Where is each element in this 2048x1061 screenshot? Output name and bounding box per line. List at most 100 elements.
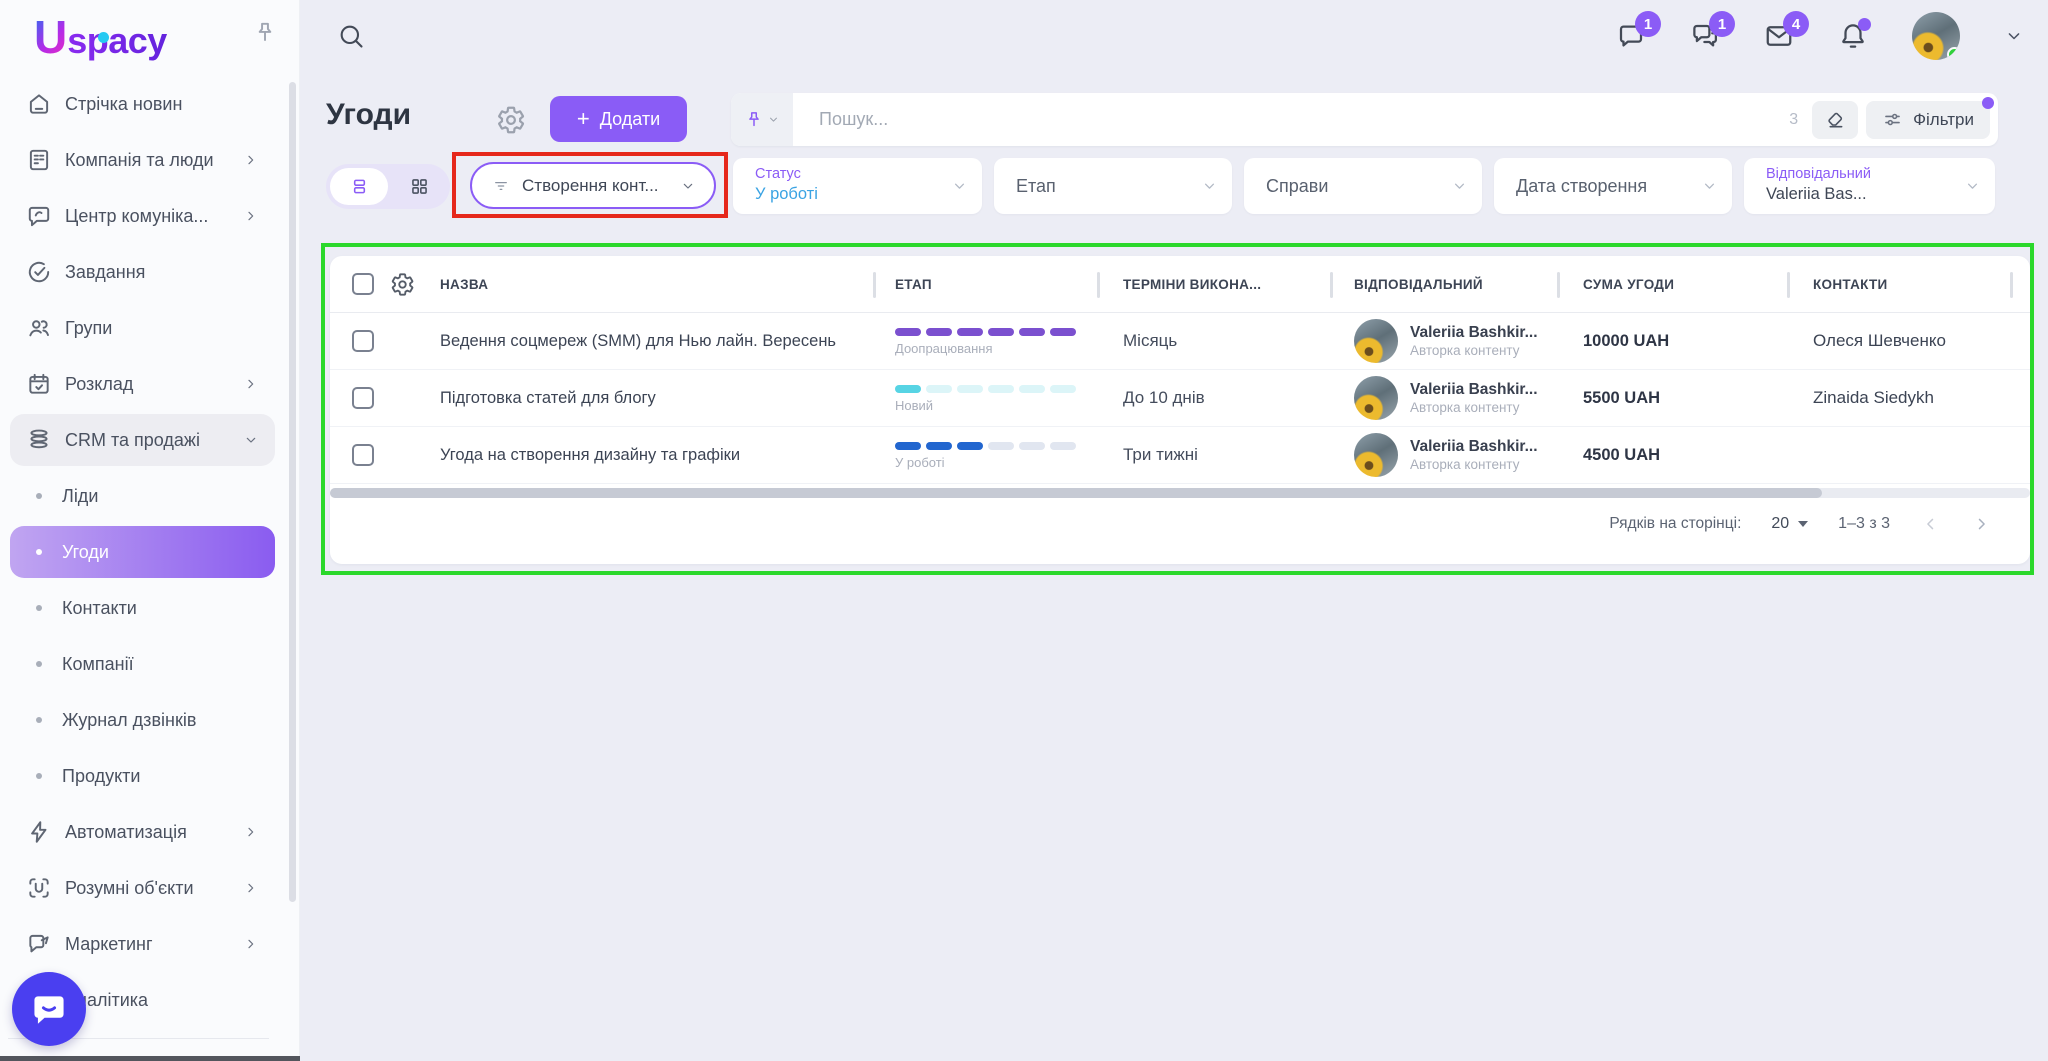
sidebar-item-crm[interactable]: CRM та продажі <box>10 414 275 466</box>
sidebar-item-companies[interactable]: Компанії <box>0 636 299 692</box>
profile-chevron-down-icon[interactable] <box>2004 26 2024 46</box>
column-header-responsible[interactable]: ВІДПОВІДАЛЬНИЙ <box>1330 277 1557 292</box>
responsible-cell[interactable]: Valeriia Bashkir... Авторка контенту <box>1354 319 1557 363</box>
table-row[interactable]: Угода на створення дизайну та графіки У … <box>330 427 2030 484</box>
row-checkbox[interactable] <box>352 330 374 352</box>
sidebar-item-products[interactable]: Продукти <box>0 748 299 804</box>
table-row[interactable]: Ведення соцмереж (SMM) для Нью лайн. Вер… <box>330 313 2030 370</box>
chat-launcher-icon <box>30 990 68 1028</box>
column-divider[interactable] <box>1097 272 1100 298</box>
megaphone-icon <box>26 931 52 957</box>
chat-icon[interactable]: 1 <box>1616 21 1646 51</box>
eraser-icon <box>1825 109 1846 130</box>
sidebar-item-company-people[interactable]: Компанія та люди <box>0 132 299 188</box>
bell-icon[interactable] <box>1838 21 1868 51</box>
search-bar: 3 Фільтри <box>731 93 1998 146</box>
column-divider[interactable] <box>1330 272 1333 298</box>
sidebar-pin-icon[interactable] <box>252 20 278 46</box>
mail-icon[interactable]: 4 <box>1764 21 1794 51</box>
chevron-right-icon <box>243 824 259 840</box>
smart-objects-icon <box>26 875 52 901</box>
rows-per-page-label: Рядків на сторінці: <box>1609 515 1741 533</box>
column-divider[interactable] <box>2010 272 2013 298</box>
horizontal-scrollbar-thumb[interactable] <box>330 488 1822 498</box>
table-header-row: НАЗВА ЕТАП ТЕРМІНИ ВИКОНА... ВІДПОВІДАЛЬ… <box>330 256 2030 313</box>
column-header-stage[interactable]: ЕТАП <box>873 277 1097 292</box>
chat-launcher-button[interactable] <box>12 972 86 1046</box>
stage-cell: Новий <box>873 383 1097 413</box>
sidebar-item-leads[interactable]: Ліди <box>0 468 299 524</box>
chevron-down-icon <box>767 113 780 126</box>
deal-name-link[interactable]: Угода на створення дизайну та графіки <box>440 446 740 464</box>
search-icon[interactable] <box>337 22 365 50</box>
filter-activities[interactable]: Справи <box>1244 158 1482 214</box>
filter-responsible[interactable]: Відповідальний Valeriia Bas... <box>1744 158 1995 214</box>
bullet-dot <box>36 661 42 667</box>
chevron-down-icon <box>1201 178 1218 195</box>
column-header-contacts[interactable]: КОНТАКТИ <box>1787 277 2010 292</box>
select-triangle-icon <box>1798 521 1808 527</box>
sidebar-item-schedule[interactable]: Розклад <box>0 356 299 412</box>
sidebar-item-marketing[interactable]: Маркетинг <box>0 916 299 972</box>
filter-created-date[interactable]: Дата створення <box>1494 158 1732 214</box>
contact-link[interactable]: Олеся Шевченко <box>1813 331 1946 350</box>
sidebar-item-newsfeed[interactable]: Стрічка новин <box>0 76 299 132</box>
search-input[interactable] <box>793 109 1789 130</box>
home-icon <box>26 91 52 117</box>
deal-name-link[interactable]: Підготовка статей для блогу <box>440 389 656 407</box>
table-settings-gear-icon[interactable] <box>390 272 430 297</box>
add-button[interactable]: + Додати <box>550 96 687 142</box>
sidebar-item-communications[interactable]: Центр комуніка... <box>0 188 299 244</box>
sidebar-item-smart-objects[interactable]: Розумні об'єкти <box>0 860 299 916</box>
bell-dot <box>1858 18 1871 31</box>
column-header-terms[interactable]: ТЕРМІНИ ВИКОНА... <box>1097 277 1330 292</box>
sidebar-item-call-log[interactable]: Журнал дзвінків <box>0 692 299 748</box>
stage-label: У роботі <box>895 455 1097 470</box>
rows-per-page-select[interactable]: 20 <box>1771 515 1808 533</box>
clear-search-button[interactable] <box>1812 101 1858 139</box>
chevron-down-icon <box>951 178 968 195</box>
sidebar-item-tasks[interactable]: Завдання <box>0 244 299 300</box>
group-chat-icon[interactable]: 1 <box>1690 21 1720 51</box>
sidebar-item-groups[interactable]: Групи <box>0 300 299 356</box>
funnel-select-dropdown[interactable]: Створення конт... <box>470 162 716 209</box>
filters-button[interactable]: Фільтри <box>1866 101 1990 139</box>
filter-stage[interactable]: Етап <box>994 158 1232 214</box>
uspacy-logo[interactable]: U spacy <box>34 10 167 64</box>
logo-row: U spacy <box>0 0 299 72</box>
responsible-cell[interactable]: Valeriia Bashkir... Авторка контенту <box>1354 376 1557 420</box>
column-header-amount[interactable]: СУМА УГОДИ <box>1557 277 1787 292</box>
row-checkbox[interactable] <box>352 387 374 409</box>
contact-link[interactable]: Zinaida Siedykh <box>1813 388 1934 407</box>
filter-status[interactable]: Статус У роботі <box>733 158 982 214</box>
chevron-left-icon <box>1920 514 1940 534</box>
logo-dot <box>98 32 109 43</box>
sidebar-item-contacts[interactable]: Контакти <box>0 580 299 636</box>
select-all-checkbox[interactable] <box>352 273 374 295</box>
list-view-button[interactable] <box>330 168 388 205</box>
stage-cell: Доопрацювання <box>873 326 1097 356</box>
responsible-cell[interactable]: Valeriia Bashkir... Авторка контенту <box>1354 433 1557 477</box>
view-toggle <box>326 164 450 209</box>
column-divider[interactable] <box>873 272 876 298</box>
kanban-view-button[interactable] <box>388 164 450 209</box>
sidebar-item-deals[interactable]: Угоди <box>10 526 275 578</box>
previous-page-button[interactable] <box>1920 513 1942 535</box>
column-header-name[interactable]: НАЗВА <box>430 277 873 292</box>
column-divider[interactable] <box>1557 272 1560 298</box>
sidebar-scrollbar[interactable] <box>289 82 296 902</box>
search-pin-dropdown[interactable] <box>731 93 793 146</box>
deal-name-link[interactable]: Ведення соцмереж (SMM) для Нью лайн. Вер… <box>440 332 836 350</box>
chevron-down-icon <box>1451 178 1468 195</box>
page-settings-gear-icon[interactable] <box>496 105 526 135</box>
responsible-avatar <box>1354 433 1398 477</box>
row-checkbox[interactable] <box>352 444 374 466</box>
horizontal-scrollbar <box>330 488 2030 498</box>
mail-badge: 4 <box>1783 11 1809 37</box>
term-value: Місяць <box>1123 331 1177 350</box>
column-divider[interactable] <box>1787 272 1790 298</box>
table-row[interactable]: Підготовка статей для блогу Новий До 10 … <box>330 370 2030 427</box>
sidebar-item-automation[interactable]: Автоматизація <box>0 804 299 860</box>
user-avatar[interactable] <box>1912 12 1960 60</box>
next-page-button[interactable] <box>1972 513 1994 535</box>
